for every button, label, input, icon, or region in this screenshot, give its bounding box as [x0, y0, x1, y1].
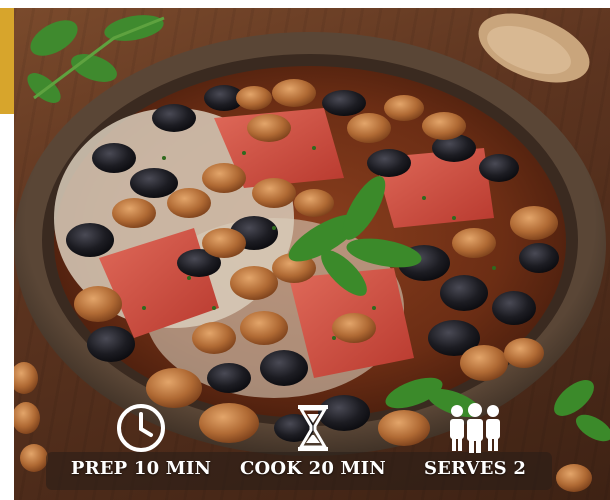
accent-bar: [0, 8, 14, 114]
cook-time-stat: COOK 20 MIN: [228, 402, 398, 479]
prep-time-label: PREP 10 MIN: [70, 458, 212, 479]
servings-stat: SERVES 2: [390, 402, 560, 479]
people-icon: [390, 402, 560, 458]
cook-time-label: COOK 20 MIN: [240, 458, 386, 479]
servings-label: SERVES 2: [423, 458, 527, 479]
prep-time-stat: PREP 10 MIN: [56, 402, 226, 479]
clock-icon: [56, 402, 226, 458]
hourglass-icon: [228, 402, 398, 458]
